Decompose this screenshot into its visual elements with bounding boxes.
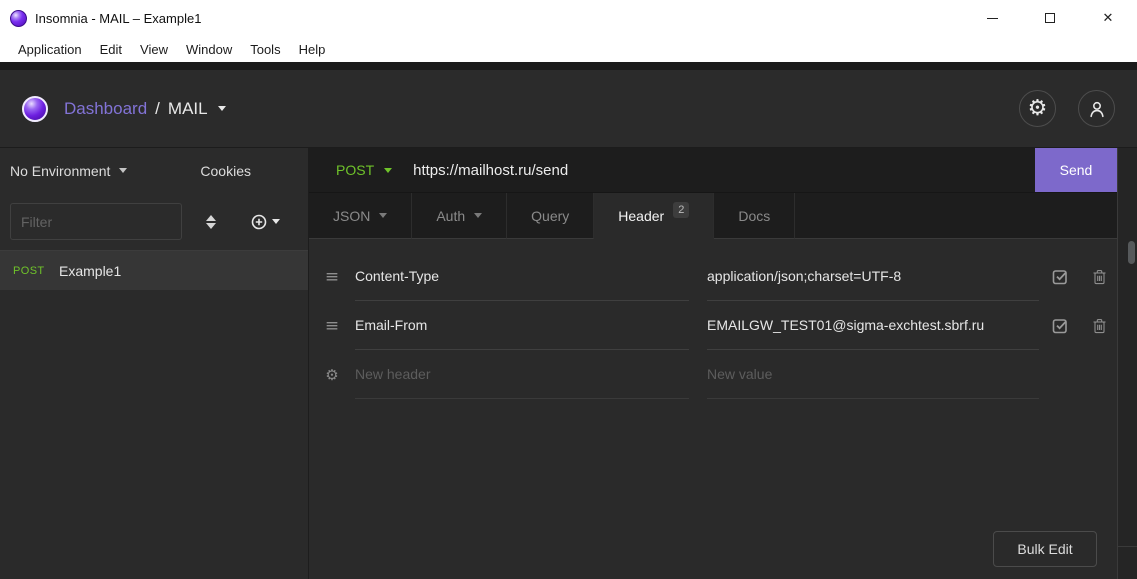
maximize-button[interactable] bbox=[1021, 0, 1079, 36]
tab-body-json[interactable]: JSON bbox=[309, 193, 412, 239]
bulk-edit-button[interactable]: Bulk Edit bbox=[993, 531, 1097, 567]
auth-dropdown-icon bbox=[474, 213, 482, 218]
insomnia-app-icon bbox=[10, 10, 27, 27]
menu-tools[interactable]: Tools bbox=[241, 42, 289, 57]
request-list-item[interactable]: POST Example1 bbox=[0, 251, 308, 290]
minimize-icon bbox=[987, 18, 998, 19]
sort-up-icon bbox=[206, 215, 216, 221]
add-request-button[interactable] bbox=[251, 214, 280, 230]
sort-icon[interactable] bbox=[206, 215, 216, 229]
response-pane-collapsed bbox=[1117, 148, 1137, 579]
menubar: Application Edit View Window Tools Help bbox=[0, 36, 1137, 62]
new-header-row: ⚙ New header New value bbox=[309, 350, 1117, 399]
trash-icon bbox=[1092, 318, 1107, 334]
environment-row: No Environment Cookies bbox=[0, 148, 308, 193]
titlebar-app-divider bbox=[0, 62, 1137, 70]
row-options-button[interactable]: ⚙ bbox=[309, 350, 355, 399]
tab-auth[interactable]: Auth bbox=[412, 193, 507, 239]
gear-icon: ⚙ bbox=[325, 366, 338, 384]
workspace-dropdown-icon[interactable] bbox=[218, 106, 226, 111]
header-value-field[interactable]: EMAILGW_TEST01@sigma-exchtest.sbrf.ru bbox=[707, 301, 1039, 350]
request-tab-bar: JSON Auth Query Header 2 Docs bbox=[309, 193, 1117, 239]
breadcrumb-dashboard-link[interactable]: Dashboard bbox=[64, 99, 147, 119]
menu-window[interactable]: Window bbox=[177, 42, 241, 57]
url-bar: POST https://mailhost.ru/send Send bbox=[309, 148, 1117, 193]
account-button[interactable] bbox=[1078, 90, 1115, 127]
user-icon bbox=[1086, 98, 1108, 120]
request-pane: POST https://mailhost.ru/send Send JSON … bbox=[309, 148, 1117, 579]
request-method-badge: POST bbox=[13, 265, 46, 277]
header-rows: ≡ Content-Type application/json;charset=… bbox=[309, 239, 1117, 399]
request-name: Example1 bbox=[59, 263, 121, 279]
gear-icon: ⚙ bbox=[1028, 98, 1048, 120]
new-header-value-input[interactable]: New value bbox=[707, 350, 1039, 399]
header-row: ≡ Email-From EMAILGW_TEST01@sigma-exchte… bbox=[309, 301, 1117, 350]
maximize-icon bbox=[1045, 13, 1055, 23]
settings-button[interactable]: ⚙ bbox=[1019, 90, 1056, 127]
header-count-badge: 2 bbox=[673, 202, 689, 218]
environment-dropdown-icon[interactable] bbox=[119, 168, 127, 173]
menu-view[interactable]: View bbox=[131, 42, 177, 57]
cookies-link[interactable]: Cookies bbox=[200, 163, 251, 179]
menu-application[interactable]: Application bbox=[9, 42, 91, 57]
menu-help[interactable]: Help bbox=[290, 42, 335, 57]
tab-header[interactable]: Header 2 bbox=[594, 193, 714, 239]
tab-bar-filler bbox=[795, 193, 1117, 239]
topbar-actions: ⚙ bbox=[1019, 90, 1115, 127]
trash-icon bbox=[1092, 269, 1107, 285]
tab-label: Query bbox=[531, 208, 569, 224]
header-row: ≡ Content-Type application/json;charset=… bbox=[309, 252, 1117, 301]
environment-selector[interactable]: No Environment bbox=[10, 163, 110, 179]
app-topbar: Dashboard / MAIL ⚙ bbox=[0, 70, 1137, 147]
url-input[interactable]: https://mailhost.ru/send bbox=[413, 162, 568, 179]
tab-query[interactable]: Query bbox=[507, 193, 594, 239]
strip-divider bbox=[1118, 546, 1137, 547]
window-controls: ✕ bbox=[963, 0, 1137, 36]
plus-circle-icon bbox=[251, 214, 267, 230]
sidebar: No Environment Cookies POST Example1 bbox=[0, 148, 309, 579]
header-name-field[interactable]: Email-From bbox=[355, 301, 689, 350]
tab-label: Auth bbox=[436, 208, 465, 224]
headers-editor: ≡ Content-Type application/json;charset=… bbox=[309, 239, 1117, 579]
window-title: Insomnia - MAIL – Example1 bbox=[35, 11, 201, 26]
delete-header-button[interactable] bbox=[1083, 252, 1116, 301]
sort-down-icon bbox=[206, 223, 216, 229]
menu-edit[interactable]: Edit bbox=[91, 42, 131, 57]
method-label: POST bbox=[336, 162, 374, 178]
body-dropdown-icon bbox=[379, 213, 387, 218]
close-icon: ✕ bbox=[1103, 11, 1114, 26]
delete-header-button[interactable] bbox=[1083, 301, 1116, 350]
method-selector[interactable]: POST bbox=[336, 162, 392, 178]
header-enabled-checkbox[interactable] bbox=[1039, 252, 1083, 301]
add-request-dropdown-icon bbox=[272, 219, 280, 224]
filter-row bbox=[0, 193, 308, 250]
filter-input[interactable] bbox=[10, 203, 182, 240]
new-header-name-input[interactable]: New header bbox=[355, 350, 689, 399]
tab-docs[interactable]: Docs bbox=[714, 193, 795, 239]
method-dropdown-icon bbox=[384, 168, 392, 173]
breadcrumb: Dashboard / MAIL bbox=[64, 99, 226, 119]
checkbox-checked-icon bbox=[1052, 317, 1070, 334]
tab-label: JSON bbox=[333, 208, 370, 224]
minimize-button[interactable] bbox=[963, 0, 1021, 36]
drag-handle-icon[interactable]: ≡ bbox=[309, 252, 355, 301]
close-button[interactable]: ✕ bbox=[1079, 0, 1137, 36]
breadcrumb-separator: / bbox=[155, 99, 160, 119]
drag-handle-icon[interactable]: ≡ bbox=[309, 301, 355, 350]
sidebar-empty-space bbox=[0, 290, 308, 579]
header-value-field[interactable]: application/json;charset=UTF-8 bbox=[707, 252, 1039, 301]
insomnia-logo-icon[interactable] bbox=[22, 96, 48, 122]
tab-label: Docs bbox=[738, 208, 770, 224]
breadcrumb-workspace[interactable]: MAIL bbox=[168, 99, 208, 119]
titlebar: Insomnia - MAIL – Example1 ✕ bbox=[0, 0, 1137, 36]
header-name-field[interactable]: Content-Type bbox=[355, 252, 689, 301]
checkbox-checked-icon bbox=[1052, 268, 1070, 285]
tab-label: Header bbox=[618, 208, 664, 224]
send-button[interactable]: Send bbox=[1035, 148, 1117, 192]
scrollbar-thumb[interactable] bbox=[1128, 241, 1135, 264]
header-enabled-checkbox[interactable] bbox=[1039, 301, 1083, 350]
main-area: No Environment Cookies POST Example1 bbox=[0, 147, 1137, 579]
